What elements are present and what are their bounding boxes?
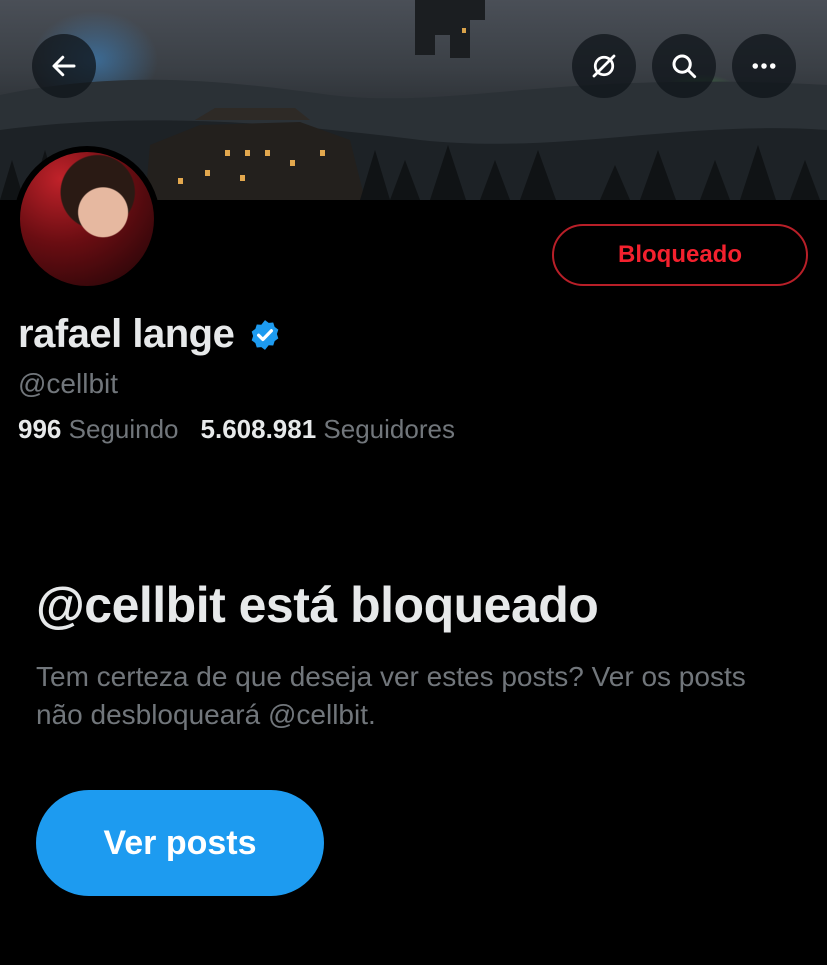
view-posts-button[interactable]: Ver posts xyxy=(36,790,324,896)
unfollow-sync-button[interactable] xyxy=(572,34,636,98)
avatar-border xyxy=(14,146,160,292)
search-icon xyxy=(672,54,697,79)
more-button[interactable] xyxy=(732,34,796,98)
view-posts-label: Ver posts xyxy=(103,823,257,862)
verified-badge-icon[interactable] xyxy=(248,318,282,352)
display-name: rafael lange xyxy=(18,312,235,356)
search-button[interactable] xyxy=(652,34,716,98)
blocked-notice-description: Tem certeza de que deseja ver estes post… xyxy=(36,661,746,730)
no-sync-icon xyxy=(592,54,616,78)
followers-label: Seguidores xyxy=(323,414,455,444)
blocked-button[interactable]: Bloqueado xyxy=(552,224,808,286)
profile-name-row: rafael lange xyxy=(18,312,282,357)
profile-stats: 996 Seguindo 5.608.981 Seguidores xyxy=(18,414,477,445)
profile-handle: @cellbit xyxy=(18,368,119,399)
blocked-button-label: Bloqueado xyxy=(618,241,742,268)
following-label: Seguindo xyxy=(68,414,179,444)
more-horizontal-icon xyxy=(752,63,776,69)
arrow-left-icon xyxy=(52,55,76,77)
back-button[interactable] xyxy=(32,34,96,98)
blocked-notice-title: @cellbit está bloqueado xyxy=(36,577,599,633)
following-count: 996 xyxy=(18,414,62,444)
avatar[interactable] xyxy=(20,152,154,286)
followers-count: 5.608.981 xyxy=(200,414,317,444)
following-stat[interactable]: 996 Seguindo xyxy=(18,414,179,445)
followers-stat[interactable]: 5.608.981 Seguidores xyxy=(201,414,455,445)
